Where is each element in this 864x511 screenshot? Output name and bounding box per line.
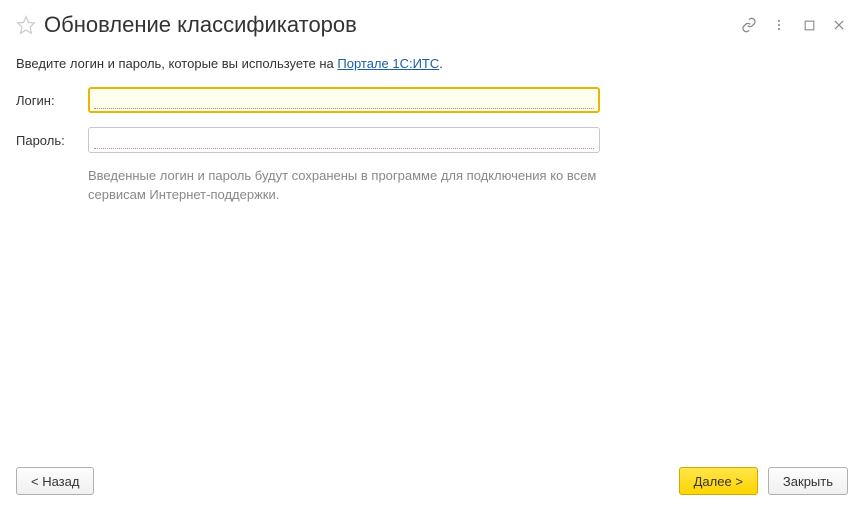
password-label: Пароль:	[16, 133, 88, 148]
kebab-menu-icon[interactable]	[770, 16, 788, 34]
login-input[interactable]	[88, 87, 600, 113]
intro-text: Введите логин и пароль, которые вы испол…	[16, 56, 848, 71]
next-button[interactable]: Далее >	[679, 467, 758, 495]
titlebar: Обновление классификаторов	[16, 12, 848, 38]
link-icon[interactable]	[740, 16, 758, 34]
close-icon[interactable]	[830, 16, 848, 34]
maximize-icon[interactable]	[800, 16, 818, 34]
login-label: Логин:	[16, 93, 88, 108]
intro-prefix: Введите логин и пароль, которые вы испол…	[16, 56, 337, 71]
favorite-star-icon[interactable]	[16, 15, 36, 35]
hint-text: Введенные логин и пароль будут сохранены…	[88, 167, 600, 205]
intro-suffix: .	[439, 56, 443, 71]
back-button[interactable]: < Назад	[16, 467, 94, 495]
window-title: Обновление классификаторов	[44, 12, 740, 38]
password-input[interactable]	[88, 127, 600, 153]
close-button[interactable]: Закрыть	[768, 467, 848, 495]
portal-link[interactable]: Портале 1С:ИТС	[337, 56, 439, 71]
